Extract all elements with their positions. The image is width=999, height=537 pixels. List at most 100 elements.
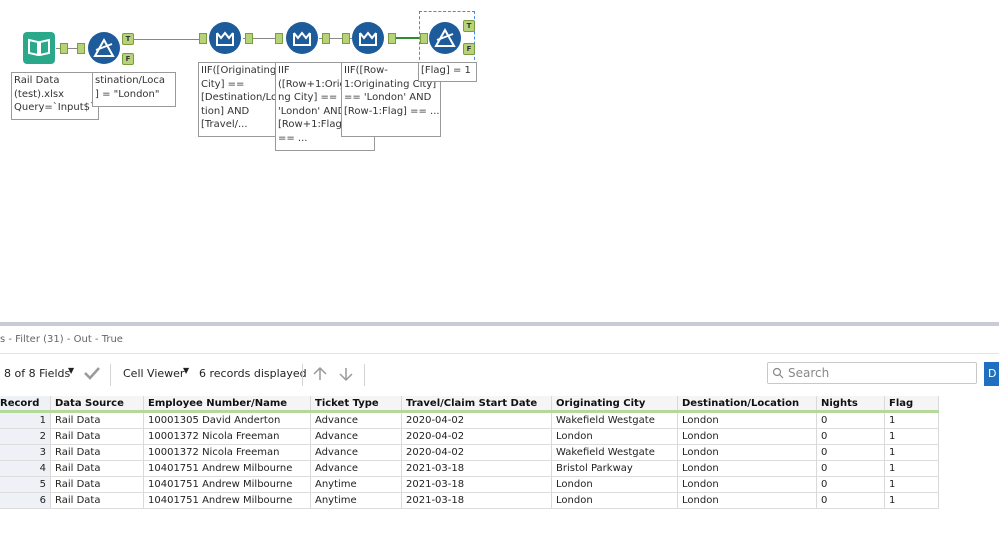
table-cell[interactable]: London (551, 476, 678, 493)
chevron-down-icon[interactable]: ▼ (183, 366, 189, 375)
table-row[interactable]: 6 Rail Data 10401751 Andrew Milbourne An… (0, 492, 939, 509)
column-header[interactable]: Originating City (551, 396, 678, 413)
checkmark-icon[interactable] (84, 366, 100, 383)
arrow-down-icon[interactable] (338, 366, 354, 385)
output-anchor[interactable] (322, 33, 330, 44)
table-row[interactable]: 5 Rail Data 10401751 Andrew Milbourne An… (0, 476, 939, 493)
formula-tool[interactable] (352, 22, 384, 54)
table-cell[interactable]: Anytime (310, 492, 402, 509)
column-header[interactable]: Ticket Type (310, 396, 402, 413)
true-anchor[interactable]: T (463, 20, 475, 32)
fields-selector[interactable]: 8 of 8 Fields (4, 367, 70, 380)
table-cell[interactable]: London (551, 428, 678, 445)
table-cell[interactable]: Bristol Parkway (551, 460, 678, 477)
table-cell[interactable]: 0 (816, 411, 885, 429)
table-cell[interactable]: London (677, 460, 817, 477)
table-cell[interactable]: 10001372 Nicola Freeman (143, 444, 311, 461)
column-header[interactable]: Record (0, 396, 51, 413)
tool-annotation: Rail Data (test).xlsx Query=`Input$` (11, 72, 99, 120)
workflow-canvas[interactable]: T F T F Rail Data (test).xlsx Query=`Inp… (0, 0, 999, 322)
column-header[interactable]: Travel/Claim Start Date (401, 396, 552, 413)
table-cell[interactable]: Rail Data (50, 411, 144, 429)
table-cell[interactable]: 0 (816, 476, 885, 493)
table-cell[interactable]: London (677, 444, 817, 461)
table-cell[interactable]: Advance (310, 444, 402, 461)
table-cell[interactable]: 0 (816, 428, 885, 445)
table-cell[interactable]: 2021-03-18 (401, 460, 552, 477)
table-cell[interactable]: 1 (884, 444, 939, 461)
table-cell[interactable]: 0 (816, 460, 885, 477)
output-anchor[interactable] (388, 33, 396, 44)
toolbar-separator (302, 364, 303, 386)
table-cell[interactable]: 1 (884, 492, 939, 509)
table-cell[interactable]: 2020-04-02 (401, 444, 552, 461)
table-cell[interactable]: 10001372 Nicola Freeman (143, 428, 311, 445)
table-cell[interactable]: 1 (884, 428, 939, 445)
table-cell[interactable]: 2020-04-02 (401, 428, 552, 445)
table-cell[interactable]: 1 (884, 476, 939, 493)
table-cell[interactable]: 10401751 Andrew Milbourne (143, 476, 311, 493)
table-row[interactable]: 3 Rail Data 10001372 Nicola Freeman Adva… (0, 444, 939, 461)
table-cell[interactable]: London (551, 492, 678, 509)
table-cell[interactable]: London (677, 476, 817, 493)
filter-tool[interactable] (88, 32, 120, 64)
output-anchor[interactable] (245, 33, 253, 44)
formula-tool[interactable] (209, 22, 241, 54)
table-cell[interactable]: London (677, 411, 817, 429)
table-cell[interactable]: 2021-03-18 (401, 476, 552, 493)
table-cell[interactable]: Advance (310, 428, 402, 445)
output-anchor[interactable] (60, 43, 68, 54)
column-header[interactable]: Nights (816, 396, 885, 413)
record-cell: 5 (0, 476, 51, 493)
table-cell[interactable]: Advance (310, 411, 402, 429)
chevron-down-icon[interactable]: ▼ (68, 366, 74, 375)
table-cell[interactable]: 0 (816, 444, 885, 461)
arrow-up-icon[interactable] (312, 366, 328, 385)
input-anchor[interactable] (275, 33, 283, 44)
table-row[interactable]: 4 Rail Data 10401751 Andrew Milbourne Ad… (0, 460, 939, 477)
table-cell[interactable]: 2020-04-02 (401, 411, 552, 429)
column-header[interactable]: Data Source (50, 396, 144, 413)
table-row[interactable]: 1 Rail Data 10001305 David Anderton Adva… (0, 411, 939, 429)
input-anchor[interactable] (420, 33, 428, 44)
table-cell[interactable]: Wakefield Westgate (551, 411, 678, 429)
table-cell[interactable]: 10401751 Andrew Milbourne (143, 492, 311, 509)
formula-icon (215, 29, 235, 47)
table-cell[interactable]: Rail Data (50, 444, 144, 461)
table-cell[interactable]: 1 (884, 411, 939, 429)
table-cell[interactable]: Rail Data (50, 492, 144, 509)
table-cell[interactable]: Rail Data (50, 428, 144, 445)
true-anchor[interactable]: T (122, 33, 134, 45)
column-header[interactable]: Destination/Location (677, 396, 817, 413)
table-cell[interactable]: Rail Data (50, 476, 144, 493)
false-anchor[interactable]: F (122, 53, 134, 65)
search-input[interactable]: Search (767, 362, 977, 384)
table-cell[interactable]: 10401751 Andrew Milbourne (143, 460, 311, 477)
table-cell[interactable]: London (677, 492, 817, 509)
formula-tool[interactable] (286, 22, 318, 54)
table-cell[interactable]: Rail Data (50, 460, 144, 477)
column-header[interactable]: Flag (884, 396, 939, 413)
results-divider[interactable] (0, 322, 999, 326)
column-header[interactable]: Employee Number/Name (143, 396, 311, 413)
input-data-tool[interactable] (23, 32, 55, 64)
filter-tool[interactable] (429, 22, 461, 54)
false-anchor[interactable]: F (463, 43, 475, 55)
input-anchor[interactable] (342, 33, 350, 44)
results-table: Record Data Source Employee Number/Name … (0, 396, 939, 509)
results-toolbar: 8 of 8 Fields ▼ Cell Viewer ▼ 6 records … (0, 353, 999, 394)
input-anchor[interactable] (199, 33, 207, 44)
table-cell[interactable]: 1 (884, 460, 939, 477)
table-row[interactable]: 2 Rail Data 10001372 Nicola Freeman Adva… (0, 428, 939, 445)
table-cell[interactable]: Anytime (310, 476, 402, 493)
table-cell[interactable]: 0 (816, 492, 885, 509)
d-button[interactable]: D (984, 362, 999, 386)
cell-viewer-button[interactable]: Cell Viewer (123, 367, 184, 380)
input-anchor[interactable] (77, 43, 85, 54)
table-cell[interactable]: Advance (310, 460, 402, 477)
table-cell[interactable]: London (677, 428, 817, 445)
formula-icon (292, 29, 312, 47)
table-cell[interactable]: 10001305 David Anderton (143, 411, 311, 429)
table-cell[interactable]: Wakefield Westgate (551, 444, 678, 461)
table-cell[interactable]: 2021-03-18 (401, 492, 552, 509)
